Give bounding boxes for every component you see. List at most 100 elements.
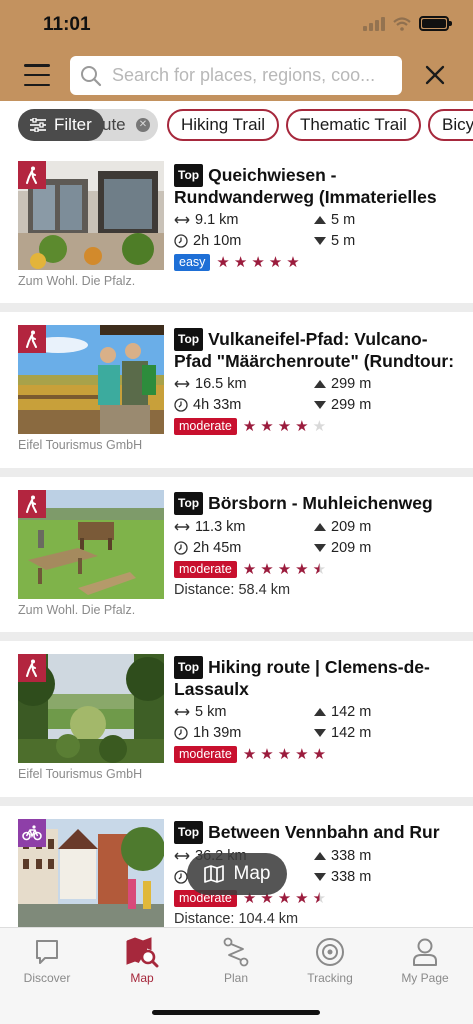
- length-icon: [174, 852, 190, 860]
- search-input[interactable]: Search for places, regions, coo...: [70, 56, 402, 95]
- route-info: Top Vulkaneifel-Pfad: Vulcano- Pfad "Määr…: [174, 328, 464, 435]
- tab-label: Tracking: [307, 971, 353, 985]
- rating-row: easy ★ ★ ★ ★ ★: [174, 254, 464, 271]
- route-info: Top Queichwiesen - Rundwanderweg (Immater…: [174, 164, 464, 271]
- status-icons: [363, 16, 452, 31]
- map-icon: [203, 865, 224, 883]
- rating-stars: ★ ★ ★ ★ ★: [242, 417, 326, 435]
- length-stat: 5 km: [174, 704, 314, 720]
- duration-value: 4h 33m: [193, 397, 242, 413]
- star-icon: ★: [233, 253, 248, 271]
- remove-chip-icon[interactable]: ✕: [136, 118, 150, 132]
- ascent-icon: [314, 380, 326, 388]
- difficulty-badge: moderate: [174, 746, 237, 763]
- star-icon: ★: [277, 745, 292, 763]
- rating-row: moderate ★ ★ ★ ★ ★: [174, 746, 464, 763]
- ascent-stat: 338 m: [314, 848, 434, 864]
- difficulty-badge: easy: [174, 254, 211, 271]
- route-info: Top Börsborn - Muhleichenweg 11.3 km 209 …: [174, 492, 464, 598]
- clock-icon: [174, 870, 188, 884]
- rating-row: moderate ★ ★ ★ ★ ★: [174, 418, 464, 435]
- length-stat: 9.1 km: [174, 212, 314, 228]
- top-badge: Top: [174, 328, 204, 351]
- duration-stat: 2h 45m: [174, 540, 314, 556]
- route-info: Top Hiking route | Clemens-de- Lassaulx 5…: [174, 656, 464, 763]
- top-badge: Top: [174, 164, 204, 187]
- ascent-stat: 209 m: [314, 519, 434, 535]
- descent-stat: 209 m: [314, 540, 434, 556]
- filter-button[interactable]: Filter: [18, 109, 104, 141]
- menu-button[interactable]: [24, 64, 50, 86]
- chip-label: Bicy: [442, 115, 473, 134]
- ascent-value: 338 m: [331, 848, 372, 864]
- search-placeholder: Search for places, regions, coo...: [112, 65, 376, 85]
- route-card[interactable]: Zum Wohl. Die Pfalz. Top Queichwiesen - R…: [0, 148, 473, 303]
- duration-stat: 4h 33m: [174, 397, 314, 413]
- tab-discover[interactable]: Discover: [7, 936, 87, 985]
- star-icon: ★: [251, 253, 265, 271]
- star-icon: ★: [268, 253, 283, 271]
- tab-plan[interactable]: Plan: [196, 936, 276, 985]
- duration-value: 1h 39m: [193, 725, 242, 741]
- route-title-line1: Between Vennbahn and Rur: [208, 822, 440, 842]
- star-icon: ★: [295, 889, 309, 907]
- route-plan-icon: [223, 937, 249, 967]
- chip-thematic-trail[interactable]: Thematic Trail: [286, 109, 421, 141]
- duration-value: 2h 10m: [193, 233, 242, 249]
- ascent-value: 142 m: [331, 704, 372, 720]
- hiking-icon: [18, 654, 46, 682]
- tab-map[interactable]: Map: [102, 936, 182, 985]
- ascent-icon: [314, 708, 326, 716]
- image-credit: Eifel Tourismus GmbH: [18, 767, 143, 781]
- descent-value: 142 m: [331, 725, 372, 741]
- tab-tracking[interactable]: Tracking: [290, 936, 370, 985]
- chip-bicycle[interactable]: Bicy: [428, 109, 473, 141]
- map-button[interactable]: Map: [187, 853, 287, 895]
- chip-hiking-trail[interactable]: Hiking Trail: [167, 109, 280, 141]
- length-icon: [174, 216, 190, 224]
- route-title: Top Vulkaneifel-Pfad: Vulcano- Pfad "Määr…: [174, 328, 464, 372]
- star-icon: ★: [242, 417, 257, 435]
- chip-label: Thematic Trail: [300, 115, 407, 134]
- route-title: Top Between Vennbahn and Rur: [174, 821, 464, 844]
- star-icon: ★: [260, 745, 274, 763]
- tab-my-page[interactable]: My Page: [385, 936, 465, 985]
- route-stats: 5 km 142 m 1h 39m 142 m: [174, 704, 464, 741]
- status-time: 11:01: [43, 14, 91, 35]
- route-title-line1: Börsborn - Muhleichenweg: [208, 493, 433, 513]
- descent-icon: [314, 401, 326, 409]
- speech-bubble-icon: [36, 940, 58, 964]
- home-indicator: [152, 1010, 320, 1015]
- route-title-line1: Hiking route | Clemens-de-: [208, 657, 430, 677]
- route-thumbnail: [18, 819, 164, 927]
- cycling-icon: [18, 819, 46, 847]
- route-card[interactable]: Zum Wohl. Die Pfalz. Top Börsborn - Muhle…: [0, 477, 473, 632]
- route-title: Top Börsborn - Muhleichenweg: [174, 492, 464, 515]
- top-badge: Top: [174, 821, 204, 844]
- ascent-stat: 299 m: [314, 376, 434, 392]
- descent-icon: [314, 873, 326, 881]
- active-filter-chip-label: ute: [102, 115, 126, 134]
- route-title-line2: Rundwanderweg (Immaterielles: [174, 187, 437, 207]
- map-button-label: Map: [233, 863, 271, 884]
- length-icon: [174, 380, 190, 388]
- duration-stat: 2h 10m: [174, 233, 314, 249]
- descent-stat: 142 m: [314, 725, 434, 741]
- ascent-stat: 142 m: [314, 704, 434, 720]
- star-icon: ★: [295, 560, 309, 578]
- ascent-value: 5 m: [331, 212, 356, 228]
- star-icon: ★: [295, 417, 309, 435]
- route-card[interactable]: Eifel Tourismus GmbH Top Hiking route | C…: [0, 641, 473, 797]
- length-stat: 16.5 km: [174, 376, 314, 392]
- image-credit: Eifel Tourismus GmbH: [18, 438, 143, 452]
- difficulty-badge: moderate: [174, 561, 237, 578]
- close-icon[interactable]: [423, 63, 447, 87]
- route-card[interactable]: Eifel Tourismus GmbH Top Vulkaneifel-Pfad…: [0, 312, 473, 468]
- star-icon: ★: [260, 560, 274, 578]
- route-title-line2: Pfad "Määrchenroute" (Rundtour:: [174, 351, 455, 371]
- tab-label: My Page: [401, 971, 449, 985]
- star-icon: ★: [277, 560, 292, 578]
- filter-chips-bar: ute ✕ Filter Hiking Trail Thematic Trail…: [0, 101, 473, 148]
- ascent-value: 299 m: [331, 376, 372, 392]
- clock-icon: [174, 726, 188, 740]
